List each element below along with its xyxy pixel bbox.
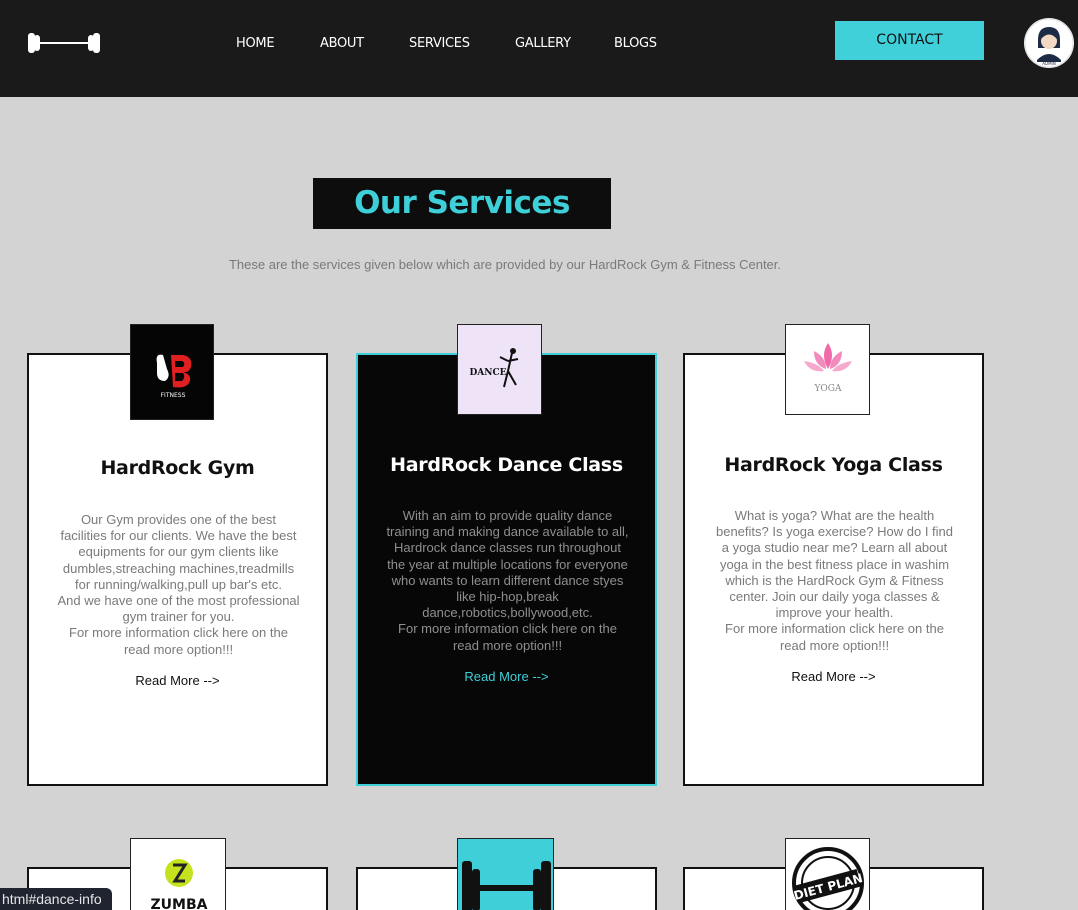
- zumba-logo-text: ZUMBA: [151, 897, 208, 910]
- nav-link-home[interactable]: HOME: [236, 36, 275, 51]
- diet-plan-logo-image: DIET PLAN: [785, 838, 870, 910]
- nav-link-blogs[interactable]: BLOGS: [614, 36, 657, 51]
- section-title: Our Services: [313, 178, 611, 229]
- dance-logo-icon: DANCE: [458, 325, 541, 414]
- nav-link-about[interactable]: ABOUT: [320, 36, 364, 51]
- yoga-lotus-icon: YOGA: [786, 325, 869, 414]
- card-title: HardRock Yoga Class: [724, 454, 943, 476]
- contact-button[interactable]: CONTACT: [835, 21, 984, 60]
- gym-logo-text: FITNESS: [161, 392, 186, 399]
- card-description: What is yoga? What are the health benefi…: [715, 508, 954, 653]
- yoga-logo-image: YOGA: [785, 324, 870, 415]
- navbar: HOME ABOUT SERVICES GALLERY BLOGS CONTAC…: [0, 0, 1078, 97]
- nav-link-services[interactable]: SERVICES: [409, 36, 470, 51]
- nav-link-gallery[interactable]: GALLERY: [515, 36, 571, 51]
- barbell-logo-image: [457, 838, 554, 910]
- zumba-logo-image: ZUMBA: [130, 838, 226, 910]
- service-card-yoga: HardRock Yoga Class What is yoga? What a…: [683, 353, 984, 786]
- zumba-logo-icon: ZUMBA: [131, 839, 225, 910]
- dance-logo-text: DANCE: [469, 368, 506, 378]
- card-title: HardRock Gym: [100, 457, 255, 479]
- diet-plan-stamp-icon: DIET PLAN: [786, 839, 869, 910]
- admin-avatar-icon: ADMIN: [1024, 18, 1074, 68]
- yoga-logo-text: YOGA: [813, 384, 842, 394]
- section-subtitle: These are the services given below which…: [228, 257, 782, 272]
- read-more-link[interactable]: Read More -->: [358, 669, 655, 684]
- gym-logo-image: FITNESS: [130, 324, 214, 420]
- card-description: Our Gym provides one of the best facilit…: [57, 512, 300, 657]
- read-more-link[interactable]: Read More -->: [685, 669, 982, 684]
- dumbbell-logo-icon[interactable]: [26, 30, 102, 56]
- card-title: HardRock Dance Class: [390, 454, 623, 476]
- dance-logo-image: DANCE: [457, 324, 542, 415]
- card-description: With an aim to provide quality dance tra…: [386, 508, 629, 653]
- gym-logo-icon: FITNESS: [131, 325, 213, 419]
- barbell-icon: [458, 839, 553, 910]
- avatar-label: ADMIN: [1042, 61, 1055, 66]
- admin-avatar[interactable]: ADMIN: [1024, 18, 1074, 68]
- status-url-tooltip: html#dance-info: [0, 888, 112, 910]
- read-more-link[interactable]: Read More -->: [29, 673, 326, 688]
- service-card-dance: HardRock Dance Class With an aim to prov…: [356, 353, 657, 786]
